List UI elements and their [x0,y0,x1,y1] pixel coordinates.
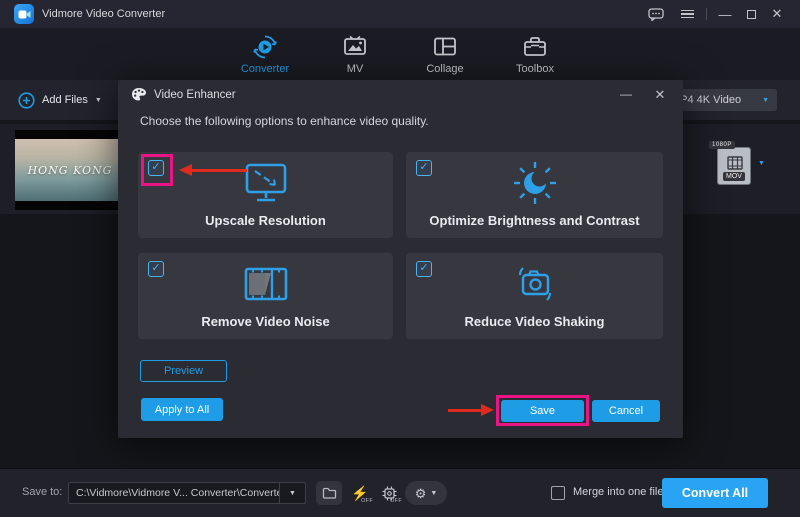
path-dropdown-button[interactable]: ▼ [279,483,305,503]
video-enhancer-dialog: Video Enhancer — ✕ Choose the following … [118,80,683,438]
save-highlight-box [496,395,589,426]
gpu-off-label: OFF [390,498,402,504]
dialog-minimize-button[interactable]: — [614,80,638,110]
tab-collage-label: Collage [426,63,463,75]
settings-button[interactable]: ⚙ ▼ [405,481,447,505]
merge-label: Merge into one file [573,469,664,517]
save-pointer-arrow [448,404,494,417]
maximize-button[interactable] [740,0,762,28]
chevron-down-icon: ▼ [762,97,769,104]
format-chevron-icon[interactable]: ▼ [758,160,765,167]
merge-checkbox[interactable] [551,486,565,500]
tabbar: Converter MV Collage [0,28,800,80]
option-upscale-resolution[interactable]: ✓ Upscale Resolution [138,152,393,238]
feedback-icon[interactable] [645,0,667,28]
option-remove-noise[interactable]: ✓ Remove Video Noise [138,253,393,339]
footer-bar: Save to: C:\Vidmore\Vidmore V... Convert… [0,468,800,517]
add-files-label: Add Files [42,94,88,106]
dialog-header: Video Enhancer — ✕ [118,80,683,110]
toolbox-icon [522,34,548,60]
folder-icon [322,487,337,499]
checkbox-pointer-arrow [179,164,247,177]
option-label: Reduce Video Shaking [406,314,663,329]
tab-collage[interactable]: Collage [417,34,473,75]
close-button[interactable]: ✕ [766,0,788,28]
save-to-label: Save to: [22,469,62,517]
tab-mv[interactable]: MV [327,34,383,75]
dialog-subtitle: Choose the following options to enhance … [140,114,429,128]
option-label: Remove Video Noise [138,314,393,329]
cancel-button[interactable]: Cancel [592,400,660,422]
brightness-icon [406,160,663,206]
gear-icon: ⚙ [415,487,427,500]
tab-toolbox-label: Toolbox [516,63,554,75]
chevron-down-icon: ▼ [95,97,102,104]
thumbnail-title: HONG KONG [28,164,113,177]
app-logo-icon [14,4,34,24]
format-resolution-badge: 1080P [709,141,735,149]
titlebar-divider [706,8,707,20]
convert-all-button[interactable]: Convert All [662,478,768,508]
settings-chevron-icon: ▼ [430,490,437,497]
tab-converter[interactable]: Converter [237,34,293,75]
preview-button[interactable]: Preview [140,360,227,382]
titlebar: Vidmore Video Converter — ✕ [0,0,800,28]
thumbnail-image: HONG KONG [15,139,125,201]
option-optimize-brightness[interactable]: ✓ Optimize Brightness and Contrast [406,152,663,238]
open-folder-button[interactable] [316,481,342,505]
save-path-input[interactable]: C:\Vidmore\Vidmore V... Converter\Conver… [68,482,306,504]
add-files-button[interactable]: Add Files ▼ [18,88,102,112]
menu-icon[interactable] [676,0,698,28]
tab-converter-label: Converter [241,63,289,75]
add-icon [18,92,35,109]
dialog-title: Video Enhancer [154,80,236,110]
option-reduce-shaking[interactable]: ✓ Reduce Video Shaking [406,253,663,339]
tab-toolbox[interactable]: Toolbox [507,34,563,75]
format-extension-badge: MOV [723,172,745,181]
converter-icon [252,34,278,60]
option-label: Upscale Resolution [138,213,393,228]
checkbox-highlight-box [141,154,173,186]
monitor-icon [138,160,393,206]
video-thumbnail[interactable]: HONG KONG [15,130,125,210]
dialog-close-button[interactable]: ✕ [648,80,672,110]
format-file-icon[interactable]: 1080P MOV [717,147,751,185]
palette-icon [131,87,147,107]
acceleration-off-label: OFF [361,498,373,504]
tab-mv-label: MV [347,63,364,75]
mv-icon [342,34,368,60]
camera-icon [406,261,663,307]
gpu-button[interactable]: OFF [376,481,402,505]
filmstrip-icon [138,261,393,307]
app-window: Vidmore Video Converter — ✕ Converter [0,0,800,517]
app-title: Vidmore Video Converter [42,0,165,28]
save-path-value: C:\Vidmore\Vidmore V... Converter\Conver… [69,487,279,499]
apply-to-all-button[interactable]: Apply to All [141,398,223,421]
option-label: Optimize Brightness and Contrast [406,213,663,228]
minimize-button[interactable]: — [714,0,736,28]
hardware-acceleration-button[interactable]: ⚡ OFF [347,481,373,505]
filmstrip-glyph-icon [727,156,743,170]
collage-icon [432,34,458,60]
